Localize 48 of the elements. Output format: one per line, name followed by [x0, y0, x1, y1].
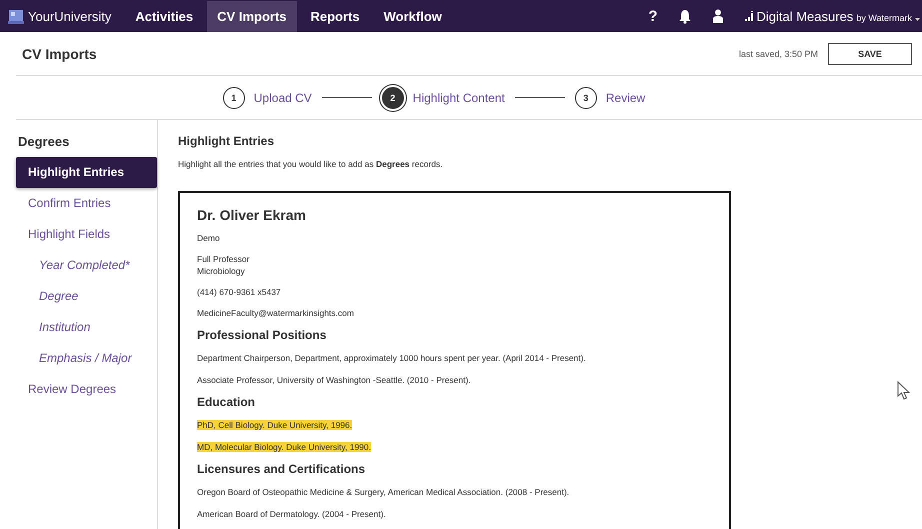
help-button[interactable]: ?: [648, 8, 658, 24]
save-button[interactable]: SAVE: [828, 42, 912, 64]
document-entry[interactable]: Associate Professor, University of Washington -Seattle. (2010 - Present).: [197, 375, 471, 385]
document-entry[interactable]: Department Chairperson, Department, approximately 1000 hours spent per year. (April 2014 - Present).: [197, 353, 586, 363]
step-label[interactable]: Upload CV: [254, 90, 312, 104]
sidebar-item[interactable]: Highlight Fields: [16, 219, 157, 250]
document-text: MedicineFaculty@watermarkinsights.com: [197, 307, 355, 319]
brand-link[interactable]: YourUniversity: [8, 8, 112, 24]
instruction-text: Highlight all the entries that you would like to add as Degrees records.: [178, 159, 444, 169]
document-name: Dr. Oliver Ekram: [197, 207, 307, 223]
mouse-pointer-icon: [897, 381, 911, 401]
sidebar-item[interactable]: Year Completed*: [16, 250, 157, 281]
nav-tab[interactable]: Activities: [125, 0, 204, 32]
nav-tab[interactable]: Workflow: [374, 0, 452, 32]
document-entry[interactable]: Oregon Board of Osteopathic Medicine & Surgery, American Medical Association. (2008 - Present).: [197, 487, 570, 497]
document-entry[interactable]: American Board of Dermatology. (2004 - Present).: [197, 509, 386, 519]
bars-logo-icon: [745, 10, 754, 20]
user-icon[interactable]: [713, 9, 724, 23]
document-heading: Licensures and Certifications: [197, 462, 366, 476]
sidebar-item[interactable]: Confirm Entries: [16, 188, 157, 219]
laptop-icon: [8, 8, 24, 24]
sidebar-item[interactable]: Review Degrees: [16, 374, 157, 405]
document-heading: Professional Positions: [197, 328, 328, 342]
step-number[interactable]: 3: [574, 86, 597, 108]
product-menu[interactable]: Digital Measures by Watermark: [745, 8, 920, 24]
sidebar-item[interactable]: Emphasis / Major: [16, 343, 157, 374]
last-saved-text: last saved, 3:50 PM: [738, 48, 818, 58]
document-text: Microbiology: [197, 265, 246, 277]
step-number[interactable]: 2: [382, 86, 404, 108]
document-entry[interactable]: PhD, Cell Biology. Duke University, 1996.: [197, 420, 352, 430]
document-heading: Education: [197, 395, 256, 409]
step-label[interactable]: Highlight Content: [412, 90, 505, 104]
sidebar-item[interactable]: Institution: [16, 312, 157, 343]
nav-tab[interactable]: CV Imports: [207, 0, 296, 32]
document-text: Full Professor: [197, 253, 250, 265]
page-title: CV Imports: [22, 46, 97, 62]
sidebar-title: Degrees: [18, 134, 70, 149]
caret-icon: [915, 18, 920, 20]
nav-tab[interactable]: Reports: [300, 0, 370, 32]
bell-icon[interactable]: [679, 8, 692, 24]
section-title: Highlight Entries: [178, 134, 275, 148]
document-text: Demo: [197, 232, 221, 244]
document-text: (414) 670-9361 x5437: [197, 286, 282, 298]
sidebar-item[interactable]: Highlight Entries: [16, 157, 157, 188]
sidebar-item[interactable]: Degree: [16, 281, 157, 312]
step-label[interactable]: Review: [606, 90, 646, 104]
document-entry[interactable]: MD, Molecular Biology. Duke University, 1990.: [197, 442, 372, 452]
step-number[interactable]: 1: [222, 86, 245, 108]
